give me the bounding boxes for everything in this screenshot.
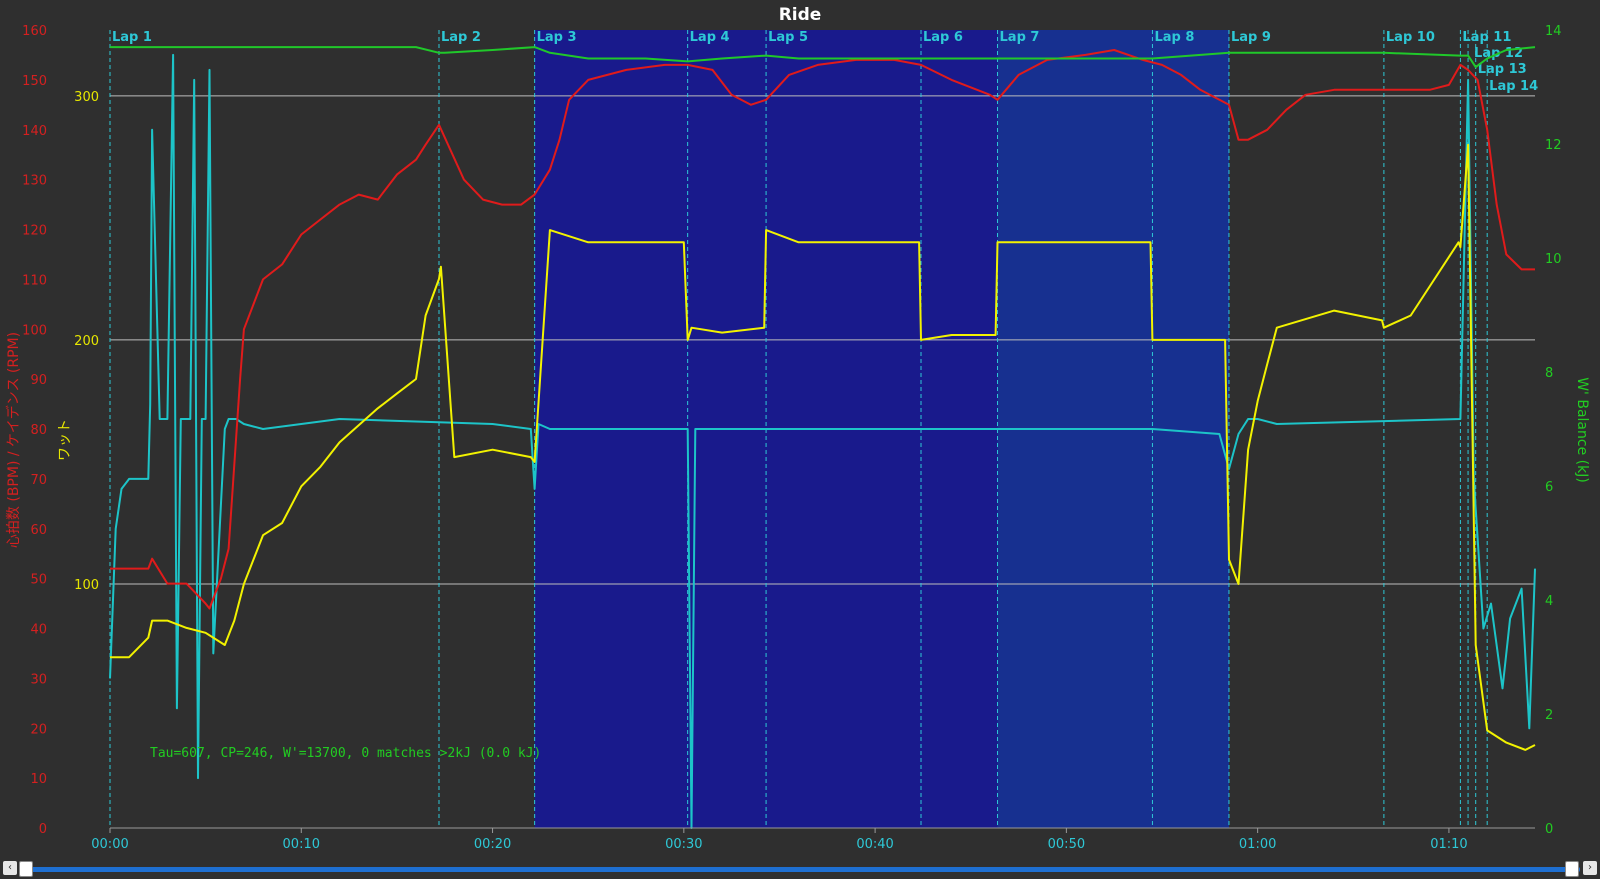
y-tick-label-hr: 30 xyxy=(30,672,47,687)
y-tick-label-wbal: 4 xyxy=(1545,594,1553,609)
y-tick-label-watts: 200 xyxy=(74,334,99,349)
y-tick-label-hr: 0 xyxy=(39,822,47,837)
y-tick-label-watts: 300 xyxy=(74,90,99,105)
scroll-left-handle[interactable] xyxy=(19,861,33,877)
y-axis-label-watts: ワット xyxy=(57,419,73,461)
scroll-track[interactable] xyxy=(20,867,1580,872)
y-tick-label-hr: 20 xyxy=(30,722,47,737)
lap-label: Lap 14 xyxy=(1489,79,1538,94)
scroll-left-button[interactable]: ‹ xyxy=(3,861,17,875)
lap-label: Lap 8 xyxy=(1154,30,1194,45)
lap-label: Lap 13 xyxy=(1478,62,1527,77)
lap-label: Lap 5 xyxy=(768,30,808,45)
scroll-right-handle[interactable] xyxy=(1565,861,1579,877)
x-tick-label: 00:40 xyxy=(856,837,893,852)
chart-annotation: Tau=607, CP=246, W'=13700, 0 matches >2k… xyxy=(150,746,541,761)
x-tick-label: 00:20 xyxy=(474,837,511,852)
x-tick-label: 01:10 xyxy=(1430,837,1467,852)
chart-title: Ride xyxy=(779,5,822,25)
x-tick-label: 00:10 xyxy=(283,837,320,852)
y-tick-label-wbal: 12 xyxy=(1545,138,1562,153)
ride-chart: Lap 1 Lap 2 Lap 3 Lap 4 Lap 5 Lap 6 Lap 7 Lap 8… xyxy=(0,0,1600,858)
y-tick-label-hr: 90 xyxy=(30,373,47,388)
y-tick-label-wbal: 0 xyxy=(1545,822,1553,837)
y-tick-label-hr: 10 xyxy=(30,772,47,787)
x-tick-label: 00:30 xyxy=(665,837,702,852)
y-tick-label-hr: 80 xyxy=(30,423,47,438)
lap-label: Lap 4 xyxy=(690,30,730,45)
lap-label: Lap 1 xyxy=(112,30,152,45)
y-tick-label-hr: 120 xyxy=(22,224,47,239)
lap-label: Lap 3 xyxy=(537,30,577,45)
lap-label: Lap 6 xyxy=(923,30,963,45)
scroll-right-button[interactable]: › xyxy=(1583,861,1597,875)
y-tick-label-hr: 130 xyxy=(22,174,47,189)
x-tick-label: 01:00 xyxy=(1239,837,1276,852)
y-tick-label-hr: 50 xyxy=(30,573,47,588)
time-scrollbar[interactable]: ‹ › xyxy=(0,858,1600,879)
y-tick-label-wbal: 10 xyxy=(1545,252,1562,267)
y-tick-label-hr: 60 xyxy=(30,523,47,538)
lap-label: Lap 7 xyxy=(1000,30,1040,45)
y-tick-label-hr: 140 xyxy=(22,124,47,139)
y-tick-label-wbal: 8 xyxy=(1545,366,1553,381)
y-tick-label-watts: 100 xyxy=(74,578,99,593)
y-tick-label-hr: 70 xyxy=(30,473,47,488)
y-tick-label-hr: 160 xyxy=(22,24,47,39)
y-tick-label-wbal: 2 xyxy=(1545,708,1553,723)
y-tick-label-hr: 150 xyxy=(22,74,47,89)
y-axis-label-wbal: W' Balance (kJ) xyxy=(1574,377,1590,483)
lap-label: Lap 9 xyxy=(1231,30,1271,45)
y-axis-label-hr: 心拍数 (BPM) / ケイデンス (RPM) xyxy=(5,332,22,548)
lap-label: Lap 2 xyxy=(441,30,481,45)
x-tick-label: 00:50 xyxy=(1048,837,1085,852)
y-tick-label-hr: 40 xyxy=(30,623,47,638)
y-tick-label-hr: 100 xyxy=(22,323,47,338)
x-tick-label: 00:00 xyxy=(91,837,128,852)
y-tick-label-wbal: 6 xyxy=(1545,480,1553,495)
lap-label: Lap 10 xyxy=(1386,30,1435,45)
y-tick-label-hr: 110 xyxy=(22,273,47,288)
y-tick-label-wbal: 14 xyxy=(1545,24,1562,39)
